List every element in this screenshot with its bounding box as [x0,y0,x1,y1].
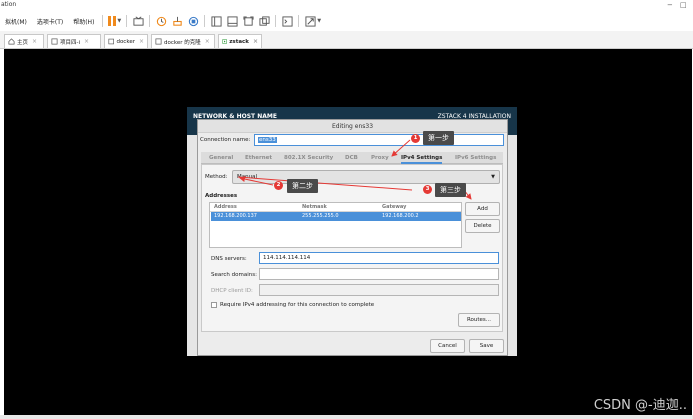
tab-home[interactable]: 主页 × [4,34,44,48]
tab-ipv6-settings[interactable]: IPv6 Settings [455,152,496,164]
tab-label: 主页 [17,39,29,46]
step-1-label: 第一步 [423,131,454,145]
close-icon[interactable]: × [253,38,258,45]
connection-name-value: ens33 [258,137,277,143]
thumbnail-view-icon[interactable] [226,15,238,27]
console-icon[interactable] [281,15,293,27]
routes-button[interactable]: Routes... [458,313,500,327]
step-3-badge: 3 [423,185,432,194]
vm-icon [51,38,58,45]
dns-servers-field[interactable]: 114.114.114.114 [259,252,499,264]
home-icon [8,38,15,45]
toolbar-divider [204,15,206,27]
step-2-label: 第二步 [287,179,318,193]
step-3-label: 第三步 [435,183,466,197]
menubar: 拟机(M) 选项卡(T) 帮助(H) ▼ ▼ [0,12,693,30]
dhcp-client-id-label: DHCP client ID: [211,288,253,294]
stretch-dropdown-icon[interactable]: ▼ [317,18,321,24]
tab-general[interactable]: General [209,152,233,164]
close-icon[interactable]: × [84,38,89,45]
fullscreen-icon[interactable] [242,15,254,27]
tab-project[interactable]: 项目四-i × [47,34,101,48]
restore-button[interactable]: □ [680,1,687,9]
table-row[interactable]: 192.168.200.137 255.255.255.0 192.168.20… [211,212,461,221]
pause-icon[interactable] [108,16,117,26]
toolbar-divider [149,15,151,27]
search-domains-label: Search domains: [211,272,257,278]
menu-vm[interactable]: 拟机(M) [0,17,32,26]
column-header-netmask: Netmask [302,204,327,210]
toolbar-divider [275,15,277,27]
tab-label: zstack [229,38,249,45]
status-bar [0,415,693,419]
step-1-badge: 1 [411,134,420,143]
addresses-label: Addresses [205,193,238,199]
method-label: Method: [205,174,228,180]
sidebar-view-icon[interactable] [210,15,222,27]
method-dropdown[interactable]: Manual ▼ [232,170,500,184]
tab-dcb[interactable]: DCB [345,152,358,164]
connection-name-label: Connection name: [200,137,251,143]
menu-tabs[interactable]: 选项卡(T) [32,17,68,26]
snapshot-manager-icon[interactable] [187,15,199,27]
window-title: ation [1,1,17,8]
toolbar-divider [102,15,104,27]
column-header-gateway: Gateway [382,204,407,210]
chevron-down-icon: ▼ [491,174,495,180]
close-icon[interactable]: × [139,38,144,45]
step-2-badge: 2 [274,181,283,190]
tab-ethernet[interactable]: Ethernet [245,152,272,164]
send-keys-icon[interactable] [132,15,144,27]
vm-running-icon [222,39,227,44]
method-value: Manual [237,174,257,180]
vm-icon [108,38,114,45]
column-header-address: Address [214,204,237,210]
restore-snapshot-icon[interactable] [171,15,183,27]
unity-icon[interactable] [258,15,270,27]
search-domains-field[interactable] [259,268,499,280]
dns-servers-label: DNS servers: [211,256,247,262]
close-icon[interactable]: × [32,38,37,45]
menu-help[interactable]: 帮助(H) [68,17,99,26]
table-header: Address Netmask Gateway [210,203,461,212]
tab-docker-clone[interactable]: docker 的克隆 × [151,34,215,48]
connection-name-field[interactable]: ens33 [254,134,504,146]
pause-dropdown-icon[interactable]: ▼ [117,18,121,24]
toolbar-divider [298,15,300,27]
tab-label: docker 的克隆 [164,39,201,46]
tab-label: docker [116,38,135,45]
vm-icon [155,38,162,45]
tab-ipv4-settings[interactable]: IPv4 Settings [401,152,443,164]
require-ipv4-checkbox[interactable] [211,302,217,308]
vm-tabbar: 主页 × 项目四-i × docker × docker 的克隆 × zstac… [0,31,693,49]
save-button[interactable]: Save [469,339,504,353]
tab-proxy[interactable]: Proxy [371,152,389,164]
addresses-table[interactable]: Address Netmask Gateway 192.168.200.137 … [209,202,462,248]
tab-zstack[interactable]: zstack × [218,34,262,48]
dialog-title: Editing ens33 [198,120,507,133]
minimize-button[interactable]: − [667,1,673,9]
settings-tabbar: General Ethernet 802.1X Security DCB Pro… [201,152,503,164]
cell-address: 192.168.200.137 [214,213,257,219]
delete-address-button[interactable]: Delete [465,219,500,233]
cell-gateway: 192.168.200.2 [382,213,419,219]
tab-label: 项目四-i [60,39,81,46]
cell-netmask: 255.255.255.0 [302,213,339,219]
window-titlebar: ation − □ [0,0,693,12]
watermark: CSDN @-迪迦.. [593,398,687,413]
dns-servers-value: 114.114.114.114 [263,255,311,261]
tab-docker[interactable]: docker × [104,34,148,48]
toolbar-divider [126,15,128,27]
add-address-button[interactable]: Add [465,202,500,216]
dhcp-client-id-field [259,284,499,296]
tab-8021x-security[interactable]: 802.1X Security [284,152,333,164]
snapshot-icon[interactable] [155,15,167,27]
cancel-button[interactable]: Cancel [430,339,465,353]
close-icon[interactable]: × [205,38,210,45]
require-ipv4-label: Require IPv4 addressing for this connect… [220,302,375,308]
stretch-icon[interactable] [304,15,316,27]
